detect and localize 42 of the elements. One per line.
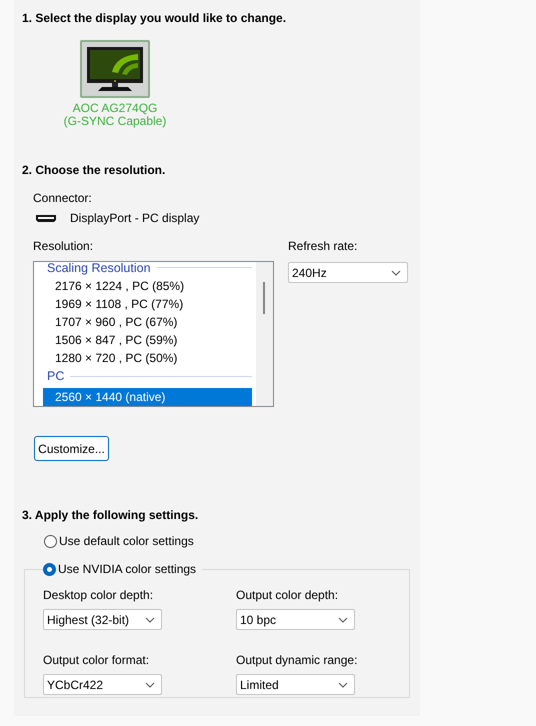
dropdown[interactable]: YCbCr422 xyxy=(43,674,162,695)
connector-text: DisplayPort - PC display xyxy=(70,211,200,225)
chevron-down-icon xyxy=(391,270,401,276)
scrollbar[interactable] xyxy=(256,262,273,406)
field-label: Desktop color depth: xyxy=(43,587,154,603)
field-label: Connector: xyxy=(33,190,93,206)
displayport-icon xyxy=(35,214,57,222)
section-heading: 3. Apply the following settings. xyxy=(22,507,200,523)
field-label: Resolution: xyxy=(33,238,94,254)
display-name: AOC AG274QG xyxy=(72,102,158,115)
dropdown[interactable]: Highest (32-bit) xyxy=(43,609,162,630)
field-label: Output color format: xyxy=(43,652,150,668)
field-label: Output color depth: xyxy=(236,587,340,603)
list-item[interactable]: 2176 × 1224 , PC (85%) xyxy=(43,277,252,295)
chevron-down-icon xyxy=(338,616,348,622)
chevron-down-icon xyxy=(145,616,155,622)
group-header: Scaling Resolution xyxy=(47,262,151,274)
radio-button[interactable] xyxy=(44,534,57,548)
monitor-icon xyxy=(86,46,144,92)
field-label: Output dynamic range: xyxy=(236,652,358,668)
section-heading: 1. Select the display you would like to change. xyxy=(22,10,288,26)
resolution-list[interactable]: Scaling Resolution 2176 × 1224 , PC (85%) 1969 × 1108 , PC (77%) 1707 × 960 , PC (67%) 1506 × 847 , PC (59%) 1280 × 720 , PC (50%) PC 2560 × 1440 (native) xyxy=(33,261,274,407)
list-item[interactable]: 2560 × 1440 (native) xyxy=(43,388,252,406)
radio-button[interactable] xyxy=(43,562,56,576)
scrollbar-thumb[interactable] xyxy=(263,282,265,314)
customize-button[interactable]: Customize... xyxy=(34,436,109,461)
dropdown[interactable]: 240Hz xyxy=(288,262,408,283)
list-item[interactable]: 1969 × 1108 , PC (77%) xyxy=(43,295,252,313)
list-item[interactable]: 1707 × 960 , PC (67%) xyxy=(43,313,252,331)
display-tile[interactable] xyxy=(80,40,150,98)
group-header: PC xyxy=(47,369,64,383)
list-item[interactable]: 1280 × 720 , PC (50%) xyxy=(43,349,252,367)
chevron-down-icon xyxy=(145,682,155,688)
chevron-down-icon xyxy=(338,682,348,688)
radio-label: Use default color settings xyxy=(59,534,194,548)
field-label: Refresh rate: xyxy=(288,238,358,254)
display-caption: (G-SYNC Capable) xyxy=(64,115,166,128)
radio-label: Use NVIDIA color settings xyxy=(58,562,196,576)
list-item[interactable]: 1506 × 847 , PC (59%) xyxy=(43,331,252,349)
dropdown[interactable]: 10 bpc xyxy=(236,609,355,630)
section-heading: 2. Choose the resolution. xyxy=(22,162,166,178)
dropdown[interactable]: Limited xyxy=(236,674,355,695)
